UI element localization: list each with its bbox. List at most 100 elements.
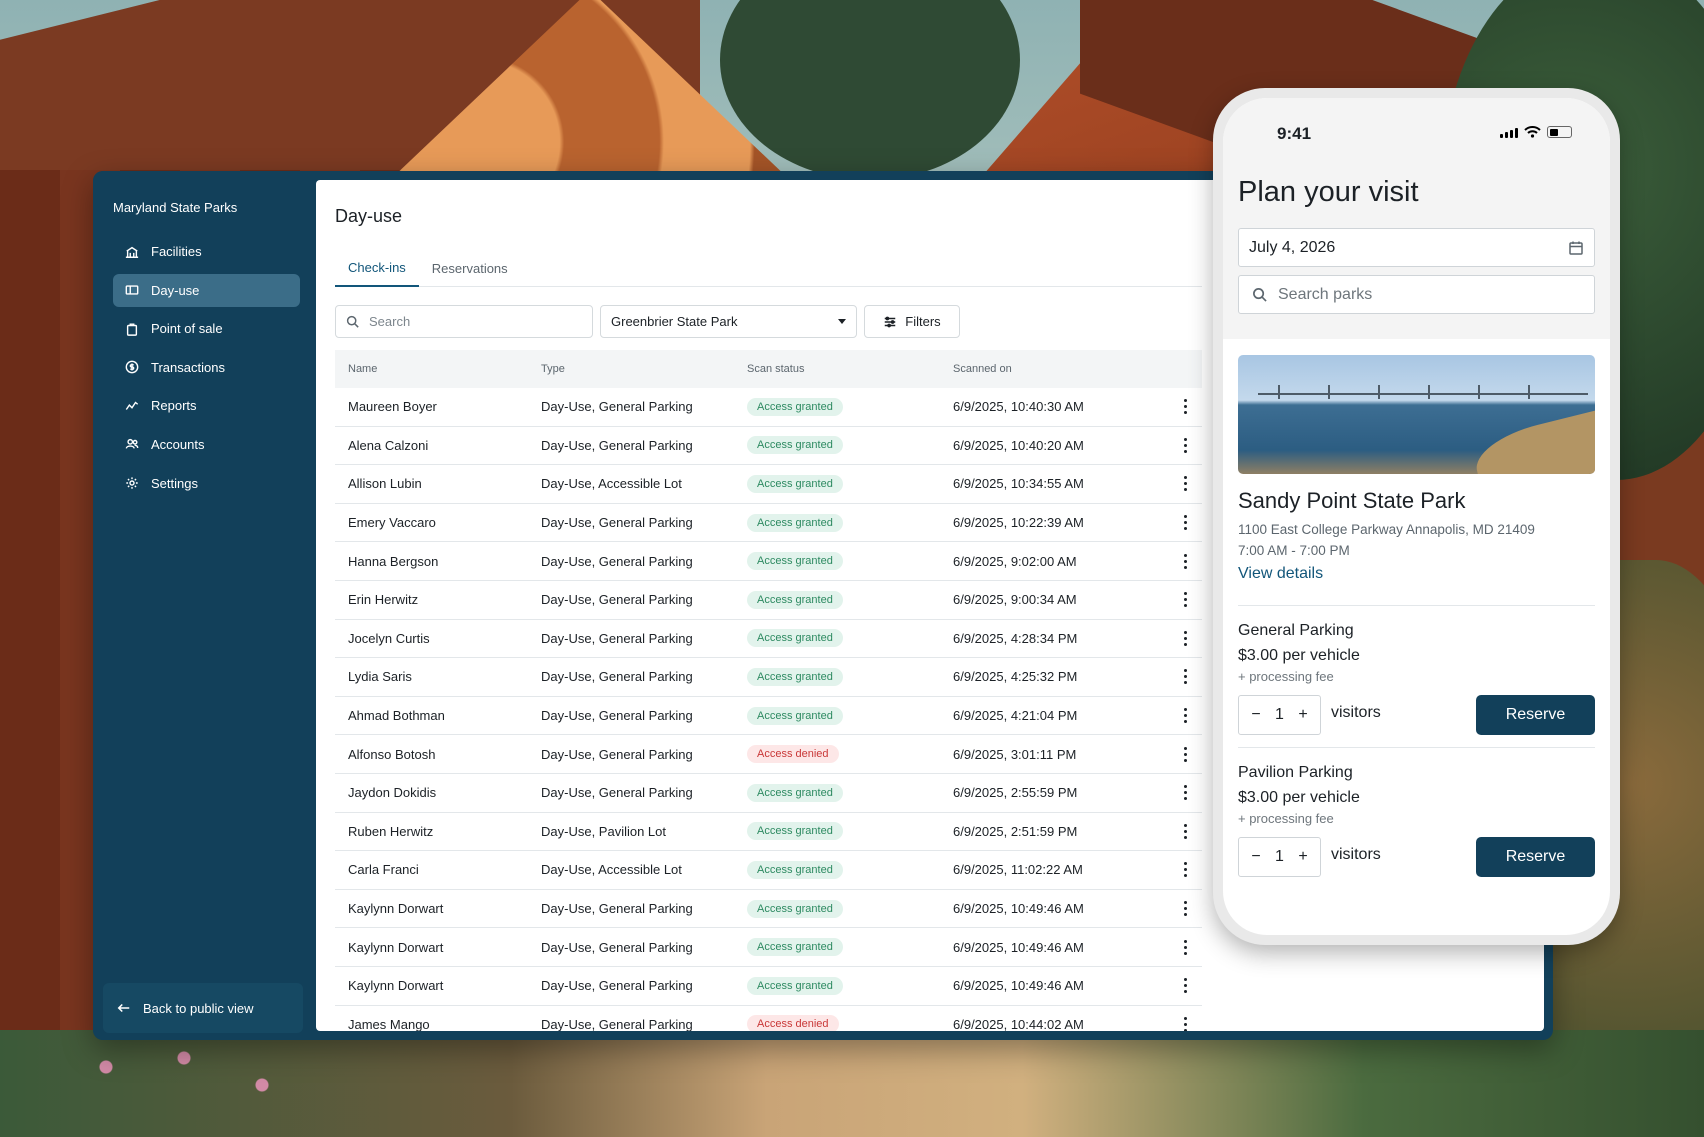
- back-label: Back to public view: [143, 1000, 254, 1016]
- sidebar-item-point-of-sale[interactable]: Point of sale: [113, 312, 300, 345]
- row-menu-button[interactable]: [1168, 708, 1202, 724]
- park-name: Sandy Point State Park: [1238, 488, 1466, 513]
- column-header-name[interactable]: Name: [335, 363, 541, 375]
- cell-scanned-on: 6/9/2025, 10:49:46 AM: [953, 901, 1084, 917]
- option-fee: + processing fee: [1238, 811, 1334, 826]
- table-row[interactable]: Alfonso Botosh Day-Use, General Parking Ac…: [335, 735, 1202, 774]
- reserve-general-parking-button[interactable]: Reserve: [1476, 695, 1595, 735]
- sidebar-item-label: Transactions: [151, 359, 225, 375]
- row-menu-button[interactable]: [1168, 515, 1202, 531]
- sidebar-item-facilities[interactable]: Facilities: [113, 235, 300, 268]
- cell-status: Access granted: [747, 436, 953, 455]
- park-select[interactable]: Greenbrier State Park: [600, 305, 857, 338]
- toolbar: Search Greenbrier State Park Filters: [335, 305, 960, 338]
- cell-name: Kaylynn Dorwart: [348, 978, 444, 994]
- sidebar-item-reports[interactable]: Reports: [113, 389, 300, 422]
- tab-reservations[interactable]: Reservations: [419, 249, 521, 287]
- reserve-pavilion-parking-button[interactable]: Reserve: [1476, 837, 1595, 877]
- column-header-type[interactable]: Type: [541, 363, 747, 375]
- status-icons: [1500, 126, 1572, 138]
- row-menu-button[interactable]: [1168, 939, 1202, 955]
- divider: [1238, 605, 1595, 606]
- table-row[interactable]: Jocelyn Curtis Day-Use, General Parking Ac…: [335, 620, 1202, 659]
- sidebar-item-label: Point of sale: [151, 321, 223, 337]
- row-menu-button[interactable]: [1168, 785, 1202, 801]
- date-field[interactable]: July 4, 2026: [1238, 228, 1595, 267]
- calendar-icon: [1569, 241, 1583, 255]
- row-menu-button[interactable]: [1168, 476, 1202, 492]
- table-row[interactable]: Kaylynn Dorwart Day-Use, General Parking A…: [335, 928, 1202, 967]
- table-row[interactable]: Erin Herwitz Day-Use, General Parking Acce…: [335, 581, 1202, 620]
- status-badge: Access granted: [747, 899, 843, 918]
- more-vertical-icon: [1183, 939, 1187, 955]
- row-menu-button[interactable]: [1168, 823, 1202, 839]
- more-vertical-icon: [1183, 823, 1187, 839]
- row-menu-button[interactable]: [1168, 862, 1202, 878]
- table-row[interactable]: Maureen Boyer Day-Use, General Parking Acc…: [335, 388, 1202, 427]
- cell-name: Carla Franci: [348, 862, 419, 878]
- status-badge: Access granted: [747, 474, 843, 493]
- increment-button[interactable]: +: [1294, 848, 1312, 866]
- status-badge: Access granted: [747, 860, 843, 879]
- table-row[interactable]: Ruben Herwitz Day-Use, Pavilion Lot Access…: [335, 813, 1202, 852]
- shore-illustration: [1469, 407, 1595, 474]
- row-menu-button[interactable]: [1168, 437, 1202, 453]
- table-row[interactable]: Ahmad Bothman Day-Use, General Parking Acc…: [335, 697, 1202, 736]
- table-row[interactable]: James Mango Day-Use, General Parking Acces…: [335, 1006, 1202, 1031]
- sidebar-item-day-use[interactable]: Day-use: [113, 273, 300, 307]
- column-header-scanned-on[interactable]: Scanned on: [953, 363, 1168, 375]
- cell-name: Hanna Bergson: [348, 553, 439, 569]
- cell-name: Lydia Saris: [348, 669, 412, 685]
- row-menu-button[interactable]: [1168, 553, 1202, 569]
- sidebar-item-accounts[interactable]: Accounts: [113, 428, 300, 461]
- cell-name: Maureen Boyer: [348, 399, 437, 415]
- status-badge: Access granted: [747, 436, 843, 455]
- more-vertical-icon: [1183, 862, 1187, 878]
- decrement-button[interactable]: −: [1247, 848, 1265, 866]
- status-badge: Access granted: [747, 590, 843, 609]
- table-row[interactable]: Carla Franci Day-Use, Accessible Lot Acces…: [335, 851, 1202, 890]
- table-row[interactable]: Kaylynn Dorwart Day-Use, General Parking A…: [335, 890, 1202, 929]
- option-price: $3.00 per vehicle: [1238, 789, 1360, 806]
- column-header-scan-status[interactable]: Scan status: [747, 363, 953, 375]
- table-row[interactable]: Emery Vaccaro Day-Use, General Parking Acc…: [335, 504, 1202, 543]
- table-row[interactable]: Alena Calzoni Day-Use, General Parking Acc…: [335, 427, 1202, 466]
- cell-scanned-on: 6/9/2025, 9:00:34 AM: [953, 592, 1077, 608]
- table-row[interactable]: Kaylynn Dorwart Day-Use, General Parking A…: [335, 967, 1202, 1006]
- status-badge: Access granted: [747, 397, 843, 416]
- row-menu-button[interactable]: [1168, 901, 1202, 917]
- decrement-button[interactable]: −: [1247, 706, 1265, 724]
- search-input[interactable]: Search: [335, 305, 593, 338]
- table-row[interactable]: Lydia Saris Day-Use, General Parking Acces…: [335, 658, 1202, 697]
- more-vertical-icon: [1183, 708, 1187, 724]
- cell-name: Emery Vaccaro: [348, 515, 436, 531]
- signal-icon: [1500, 128, 1518, 138]
- cell-status: Access granted: [747, 513, 953, 532]
- cell-status: Access granted: [747, 629, 953, 648]
- cell-type: Day-Use, Pavilion Lot: [541, 823, 666, 839]
- row-menu-button[interactable]: [1168, 746, 1202, 762]
- phone-frame: 9:41 Plan your visit July 4, 2026 Search…: [1213, 88, 1620, 945]
- sidebar: Maryland State Parks Facilities Day-use …: [93, 171, 311, 1040]
- visitors-label: visitors: [1331, 846, 1381, 863]
- sidebar-nav: Facilities Day-use Point of sale Transac…: [113, 235, 300, 505]
- row-menu-button[interactable]: [1168, 669, 1202, 685]
- status-badge: Access granted: [747, 552, 843, 571]
- row-menu-button[interactable]: [1168, 592, 1202, 608]
- sidebar-item-transactions[interactable]: Transactions: [113, 351, 300, 384]
- view-details-link[interactable]: View details: [1238, 565, 1323, 583]
- row-menu-button[interactable]: [1168, 978, 1202, 994]
- back-to-public-view-button[interactable]: Back to public view: [103, 983, 303, 1033]
- increment-button[interactable]: +: [1294, 706, 1312, 724]
- row-menu-button[interactable]: [1168, 1016, 1202, 1031]
- filters-button[interactable]: Filters: [864, 305, 960, 338]
- row-menu-button[interactable]: [1168, 399, 1202, 415]
- table-row[interactable]: Allison Lubin Day-Use, Accessible Lot Acce…: [335, 465, 1202, 504]
- table-row[interactable]: Hanna Bergson Day-Use, General Parking Acc…: [335, 542, 1202, 581]
- sidebar-item-settings[interactable]: Settings: [113, 467, 300, 500]
- cell-type: Day-Use, Accessible Lot: [541, 476, 682, 492]
- tab-check-ins[interactable]: Check-ins: [335, 249, 419, 287]
- park-search-input[interactable]: Search parks: [1238, 275, 1595, 314]
- row-menu-button[interactable]: [1168, 630, 1202, 646]
- table-row[interactable]: Jaydon Dokidis Day-Use, General Parking Ac…: [335, 774, 1202, 813]
